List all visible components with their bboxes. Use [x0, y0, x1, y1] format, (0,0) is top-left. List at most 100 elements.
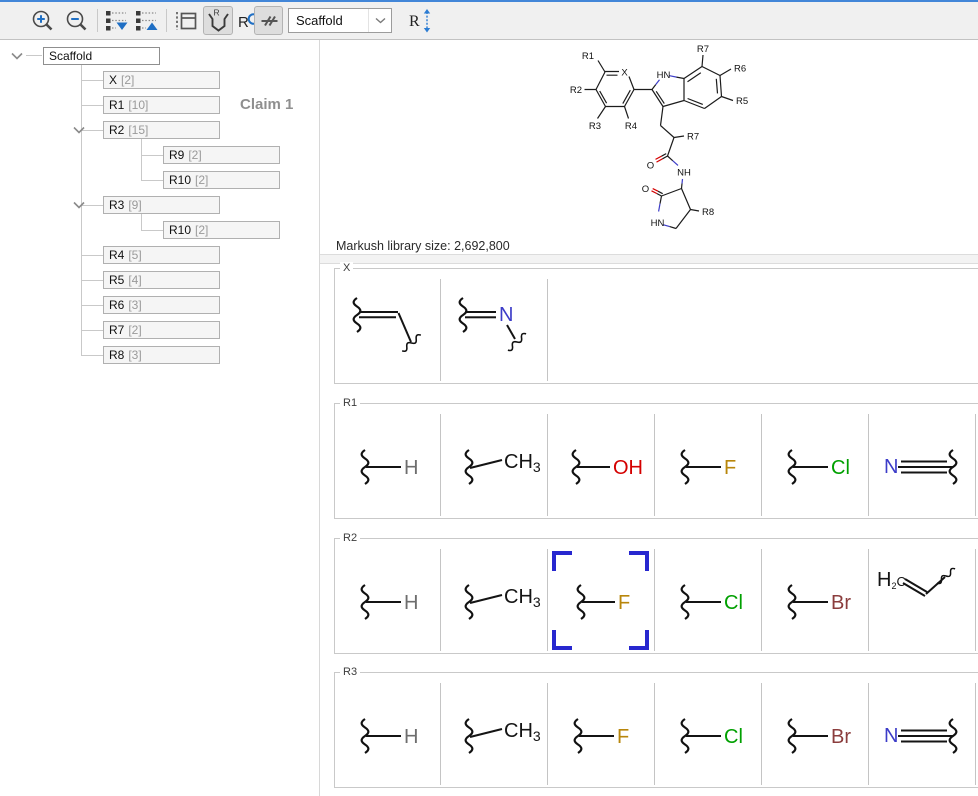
fragment-tile-br[interactable]: Br	[762, 539, 868, 653]
svg-text:HN: HN	[657, 70, 671, 81]
svg-text:R8: R8	[702, 207, 714, 218]
horizontal-splitter[interactable]	[320, 254, 978, 264]
fragment-tile-f[interactable]: F	[548, 673, 654, 787]
selection-bracket	[552, 630, 572, 650]
tree-node-r3[interactable]: R3[9]	[103, 196, 220, 214]
tree-node-r10b[interactable]: R10[2]	[163, 221, 280, 239]
zoom-in-button[interactable]	[28, 6, 58, 35]
tree-node-r4[interactable]: R4[5]	[103, 246, 220, 264]
r-group-ring-button[interactable]: R	[203, 6, 233, 35]
hide-attachment-marks-icon	[256, 8, 282, 34]
r-group-ring-icon: R	[204, 7, 232, 34]
svg-text:N: N	[884, 725, 898, 747]
svg-text:R: R	[409, 13, 420, 30]
r-group-ladder-icon: R	[407, 7, 435, 34]
svg-text:Cl: Cl	[724, 726, 743, 748]
svg-text:R1: R1	[582, 51, 594, 62]
fragment-tile-cl[interactable]: Cl	[655, 673, 761, 787]
svg-text:F: F	[724, 457, 736, 479]
expand-all-button[interactable]	[102, 6, 132, 35]
fragment-tile-oh[interactable]: OH	[548, 404, 654, 518]
claim-label: Claim 1	[240, 96, 293, 113]
selection-bracket	[552, 551, 572, 571]
tree-node-scaffold[interactable]: Scaffold	[43, 47, 160, 65]
hide-attachment-marks-button[interactable]	[254, 6, 283, 35]
group-box-x: X N	[334, 268, 978, 384]
svg-text:R5: R5	[736, 96, 748, 107]
fragment-tile-azomethine[interactable]: N	[441, 269, 547, 383]
selection-bracket	[629, 551, 649, 571]
toolbar-separator	[97, 9, 98, 32]
svg-text:H2C: H2C	[877, 569, 906, 591]
group-box-r2: R2 H CH3	[334, 538, 978, 654]
markush-panel: R1 R2 R3 R4 X HN R7 R6 R5 R7 O NH O HN R…	[320, 40, 978, 796]
fragment-tile-vinyl[interactable]: H2C	[869, 539, 975, 653]
fragment-tile-cl[interactable]: Cl	[762, 404, 868, 518]
tree-node-r1[interactable]: R1[10]	[103, 96, 220, 114]
library-size-label: Markush library size: 2,692,800	[336, 239, 510, 253]
tree-node-r8[interactable]: R8[3]	[103, 346, 220, 364]
svg-text:F: F	[618, 592, 630, 614]
svg-text:CH3: CH3	[504, 720, 541, 744]
svg-text:Br: Br	[831, 726, 851, 748]
fragment-tile-h[interactable]: H	[335, 404, 440, 518]
fragment-tile-ch3[interactable]: CH3	[441, 539, 547, 653]
svg-text:X: X	[621, 68, 628, 79]
svg-text:N: N	[499, 304, 513, 326]
view-dropdown[interactable]: Scaffold	[288, 8, 392, 33]
svg-text:R7: R7	[687, 132, 699, 143]
svg-text:R4: R4	[625, 121, 637, 132]
toolbar-separator	[166, 9, 167, 32]
zoom-out-button[interactable]	[62, 6, 92, 35]
rgroup-tree-panel: Claim 1 Scaffold X[2] R1[10] R2[15] R9[2…	[0, 40, 319, 796]
zoom-out-icon	[64, 8, 90, 34]
svg-text:H: H	[404, 726, 418, 748]
group-box-r3: R3 H CH3 F	[334, 672, 978, 788]
fragment-tile-nitrile[interactable]: N	[869, 404, 975, 518]
chevron-down-icon[interactable]	[368, 9, 391, 32]
fragment-tile-h[interactable]: H	[335, 673, 440, 787]
svg-text:H: H	[404, 592, 418, 614]
svg-text:O: O	[642, 184, 649, 195]
svg-text:R: R	[238, 14, 249, 31]
collapse-all-button[interactable]	[132, 6, 162, 35]
fragment-tile-br[interactable]: Br	[762, 673, 868, 787]
fragment-tile-f-selected[interactable]: F	[548, 539, 654, 653]
r-group-ladder-button[interactable]: R	[406, 6, 436, 35]
tree-node-x[interactable]: X[2]	[103, 71, 220, 89]
svg-text:R: R	[214, 8, 220, 18]
svg-text:R2: R2	[570, 85, 582, 96]
group-box-r1: R1 H CH3 OH	[334, 403, 978, 519]
svg-text:R6: R6	[734, 64, 746, 75]
svg-text:Cl: Cl	[831, 457, 850, 479]
svg-text:OH: OH	[613, 457, 643, 479]
panel-layout-button[interactable]	[171, 6, 201, 35]
selection-bracket	[629, 630, 649, 650]
collapse-chevron-icon[interactable]	[10, 51, 24, 61]
panel-layout-icon	[173, 8, 199, 34]
fragment-tile-nitrile[interactable]: N	[869, 673, 975, 787]
fragment-tile-vinylene[interactable]	[335, 269, 440, 383]
svg-text:NH: NH	[677, 168, 691, 179]
svg-text:R7: R7	[697, 44, 709, 55]
tree-node-r7[interactable]: R7[2]	[103, 321, 220, 339]
view-dropdown-value: Scaffold	[289, 13, 368, 28]
tree-node-r10[interactable]: R10[2]	[163, 171, 280, 189]
svg-text:O: O	[647, 161, 654, 172]
expand-all-icon	[104, 8, 130, 34]
svg-text:Cl: Cl	[724, 592, 743, 614]
tree-node-r2[interactable]: R2[15]	[103, 121, 220, 139]
svg-text:H: H	[404, 457, 418, 479]
tree-node-r6[interactable]: R6[3]	[103, 296, 220, 314]
fragment-tile-cl[interactable]: Cl	[655, 539, 761, 653]
tree-connector	[26, 55, 42, 56]
fragment-tile-h[interactable]: H	[335, 539, 440, 653]
collapse-chevron-icon[interactable]	[72, 125, 86, 135]
tree-node-r9[interactable]: R9[2]	[163, 146, 280, 164]
fragment-tile-f[interactable]: F	[655, 404, 761, 518]
fragment-tile-ch3[interactable]: CH3	[441, 673, 547, 787]
svg-text:CH3: CH3	[504, 586, 541, 610]
collapse-chevron-icon[interactable]	[72, 200, 86, 210]
tree-node-r5[interactable]: R5[4]	[103, 271, 220, 289]
fragment-tile-ch3[interactable]: CH3	[441, 404, 547, 518]
